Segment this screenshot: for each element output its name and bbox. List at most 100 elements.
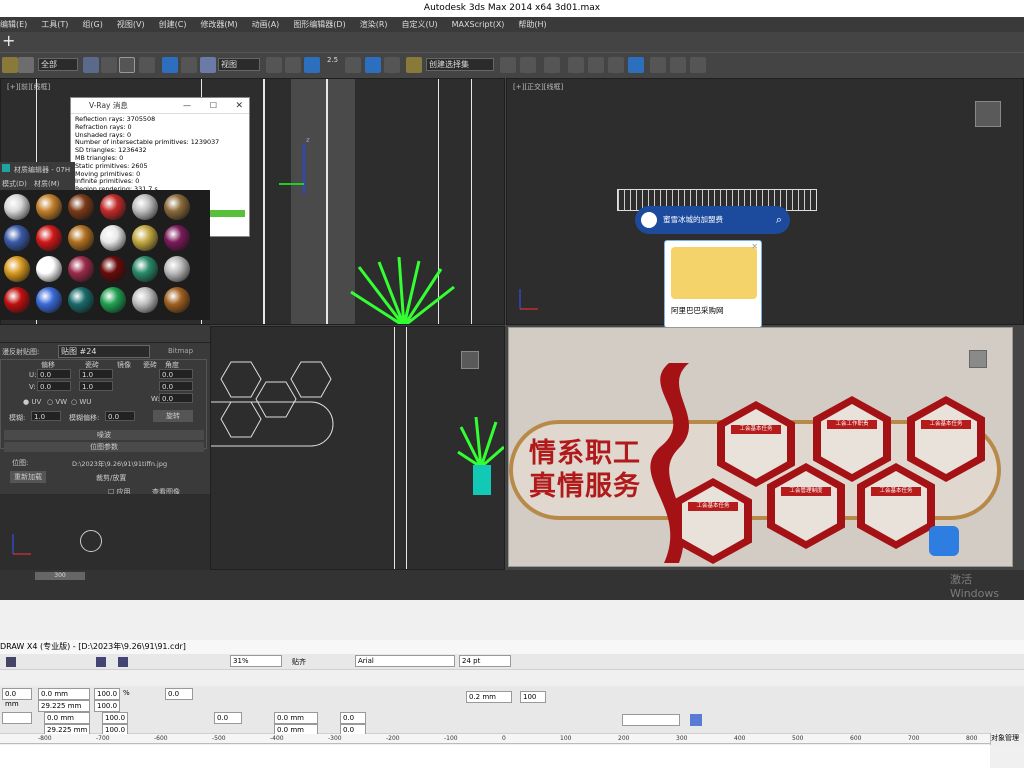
opacity-field[interactable]: 100 [520,691,546,703]
object-manager-tab[interactable]: 对象管理 [990,733,1024,745]
spin-1-field[interactable]: 0.0 [340,712,366,724]
outline-width-select[interactable]: 0.2 mm [466,691,512,703]
curve-editor-icon[interactable] [588,57,604,73]
u-offset-field[interactable]: 0.0 [37,369,71,379]
material-slot[interactable] [68,225,94,251]
obj-angle-field[interactable]: 0.0 [214,712,242,724]
keyboard-shortcut-icon[interactable] [304,57,320,73]
select-by-name-icon[interactable] [101,57,117,73]
undo-icon[interactable] [96,657,106,667]
selection-filter-select[interactable]: 全部 [38,58,78,71]
timeline-bar[interactable]: 300 激活 Windows [0,570,1024,600]
material-slot[interactable] [164,194,190,220]
window-crossing-icon[interactable] [139,57,155,73]
maximize-icon[interactable]: ☐ [210,98,217,114]
material-slot[interactable] [132,256,158,282]
material-slot[interactable] [36,256,62,282]
u-tile-field[interactable]: 1.0 [79,369,113,379]
spinner-snap-icon[interactable] [384,57,400,73]
blur-offset-field[interactable]: 0.0 [105,411,135,421]
v-angle-field[interactable]: 0.0 [159,381,193,391]
rendered-frame-window-icon[interactable] [670,57,686,73]
render-teapot-icon[interactable] [690,57,706,73]
named-selection-select[interactable]: 创建选择集 [426,58,494,71]
material-slot[interactable] [4,225,30,251]
layer-manager-icon[interactable] [544,57,560,73]
viewcube-icon[interactable] [975,101,1001,127]
move-icon[interactable] [162,57,178,73]
u-angle-field[interactable]: 0.0 [159,369,193,379]
rotate-button[interactable]: 旋转 [153,410,193,422]
scale-icon[interactable] [200,57,216,73]
save-icon[interactable] [6,657,16,667]
drawing-canvas[interactable] [0,745,990,768]
material-slot[interactable] [100,287,126,313]
style-select[interactable] [622,714,680,726]
reference-coord-select[interactable]: 视图 [218,58,260,71]
blur-field[interactable]: 1.0 [31,411,61,421]
menu-item[interactable]: 创建(C) [159,17,187,32]
node-x-field[interactable]: 0.0 mm [274,712,318,724]
pos-x-field[interactable]: 0.0 mm [2,688,32,708]
material-slot[interactable] [68,287,94,313]
material-slot[interactable] [132,287,158,313]
menu-item[interactable]: 自定义(U) [402,17,438,32]
material-slot[interactable] [4,194,30,220]
redo-icon[interactable] [118,657,128,667]
material-slot[interactable] [164,256,190,282]
hand-tool-icon[interactable] [690,714,702,726]
material-slot[interactable] [100,225,126,251]
reload-button[interactable]: 重新加载 [10,471,46,483]
material-slot[interactable] [68,256,94,282]
schematic-view-icon[interactable] [608,57,624,73]
menu-item[interactable]: 渲染(R) [360,17,388,32]
render-setup-icon[interactable] [650,57,666,73]
material-slot[interactable] [100,194,126,220]
mirror-icon[interactable] [500,57,516,73]
viewport-ortho[interactable]: [+][正交][线框] [506,78,1024,325]
material-slot[interactable] [4,287,30,313]
material-slot[interactable] [100,256,126,282]
map-type-label[interactable]: Bitmap [168,347,193,355]
vw-radio[interactable]: ○ VW [47,398,67,406]
undo-icon[interactable] [2,57,18,73]
obj-pos-x-field[interactable]: 0.0 mm [44,712,90,724]
map-name-field[interactable]: 贴图 #24 [58,345,150,358]
pivot-icon[interactable] [266,57,282,73]
rotate-icon[interactable] [181,57,197,73]
alibaba-search-bar[interactable]: 蜜雪冰城的加盟费 ⌕ [635,206,790,234]
font-select[interactable]: Arial [355,655,455,667]
close-icon[interactable]: ✕ [751,242,758,251]
menu-item[interactable]: 视图(V) [117,17,145,32]
alibaba-product-card[interactable]: ✕ 阿里巴巴采购网 [664,240,762,328]
angle-snap-icon[interactable] [345,57,361,73]
graphite-icon[interactable] [568,57,584,73]
link-icon[interactable] [18,57,34,73]
bitmap-rollout[interactable]: 位图参数 [4,442,204,452]
scale-y-field[interactable]: 100.0 [94,700,120,712]
align-icon[interactable] [520,57,536,73]
material-slot[interactable] [4,256,30,282]
close-icon[interactable]: ✕ [235,98,243,114]
viewcube-icon[interactable] [461,351,479,369]
menu-item[interactable]: 帮助(H) [518,17,546,32]
v-tile-field[interactable]: 1.0 [79,381,113,391]
material-slot[interactable] [132,194,158,220]
material-slot[interactable] [36,287,62,313]
size-w-field[interactable]: 0.0 mm [38,688,90,700]
menu-item[interactable]: 动画(A) [252,17,280,32]
assistant-icon[interactable] [929,526,959,556]
scale-x-field[interactable]: 100.0 [94,688,120,700]
menu-item[interactable]: 图形编辑器(D) [293,17,345,32]
font-size-select[interactable]: 24 pt [459,655,511,667]
menu-item[interactable]: 工具(T) [41,17,68,32]
angle-field[interactable]: 0.0 [165,688,193,700]
viewcube-icon[interactable] [969,350,987,368]
v-offset-field[interactable]: 0.0 [37,381,71,391]
plus-icon[interactable]: + [2,32,15,50]
rect-select-icon[interactable] [119,57,135,73]
menu-item[interactable]: 修改器(M) [200,17,237,32]
material-slot[interactable] [132,225,158,251]
uv-radio[interactable]: ● UV [23,398,41,406]
material-slot[interactable] [36,194,62,220]
